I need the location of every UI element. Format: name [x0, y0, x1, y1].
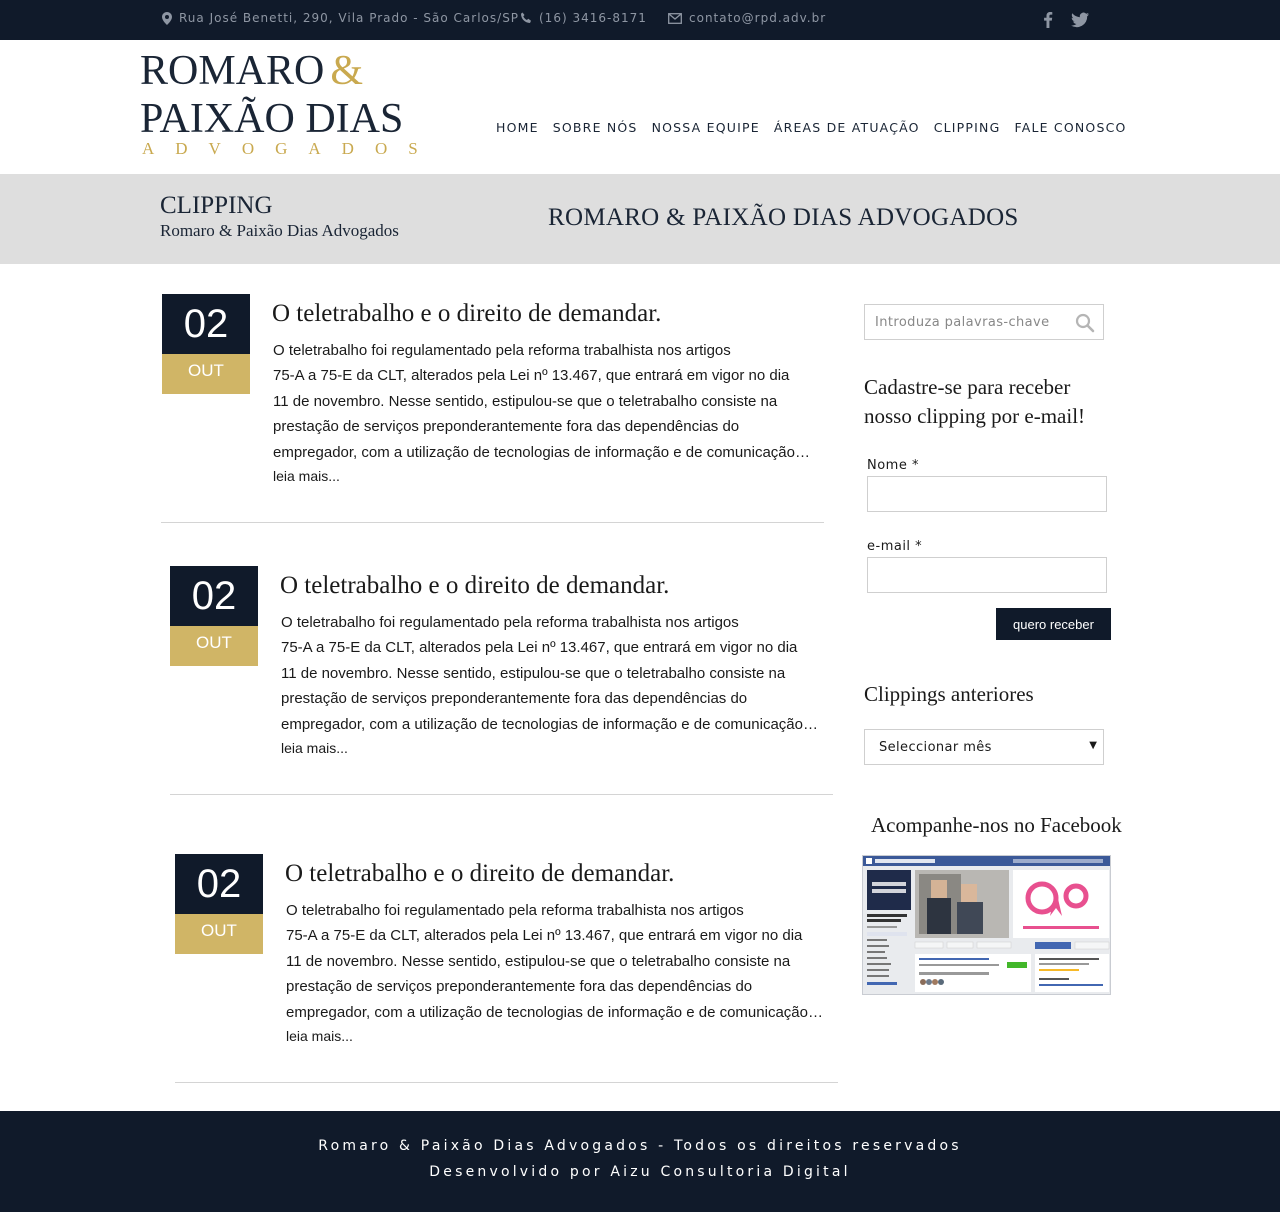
map-pin-icon — [162, 11, 172, 25]
post-title[interactable]: O teletrabalho e o direito de demandar. — [285, 860, 674, 888]
post-excerpt: O teletrabalho foi regulamentado pela re… — [281, 610, 821, 737]
post-title[interactable]: O teletrabalho e o direito de demandar. — [280, 572, 669, 600]
post-divider — [175, 1082, 838, 1083]
logo-line-3: ADVOGADOS — [142, 139, 439, 158]
logo-line-1: ROMARO & — [140, 48, 364, 94]
post-day: 02 — [175, 854, 263, 914]
read-more-link[interactable]: leia mais... — [286, 1028, 353, 1044]
excerpt-line: 75-A a 75-E da CLT, alterados pela Lei n… — [286, 927, 803, 945]
phone-icon — [521, 12, 531, 23]
excerpt-line: 75-A a 75-E da CLT, alterados pela Lei n… — [281, 639, 798, 657]
post-day: 02 — [170, 566, 258, 626]
dropdown-arrow-icon: ▼ — [1089, 740, 1097, 751]
nav-sobre-nos[interactable]: SOBRE NÓS — [553, 120, 638, 135]
phone-text: (16) 3416-8171 — [539, 11, 647, 25]
post-excerpt: O teletrabalho foi regulamentado pela re… — [273, 338, 813, 465]
main-nav: HOME SOBRE NÓS NOSSA EQUIPE ÁREAS DE ATU… — [496, 120, 1141, 135]
signup-heading-line: Cadastre-se para receber — [864, 375, 1071, 399]
month-select[interactable]: Seleccionar mês ▼ — [864, 729, 1104, 765]
facebook-heading: Acompanhe-nos no Facebook — [871, 813, 1122, 837]
excerpt-line: prestação de serviços preponderantemente… — [273, 418, 740, 436]
post-title[interactable]: O teletrabalho e o direito de demandar. — [272, 300, 661, 328]
footer: Romaro & Paixão Dias Advogados - Todos o… — [0, 1111, 1280, 1212]
logo-line-2: PAIXÃO DIAS — [140, 96, 404, 142]
excerpt-line: empregador, com a utilização de tecnolog… — [273, 443, 810, 461]
excerpt-line: 11 de novembro. Nesse sentido, estipulou… — [286, 952, 791, 970]
post-date-badge[interactable]: 02 OUT — [175, 854, 263, 954]
footer-credit: Desenvolvido por Aizu Consultoria Digita… — [429, 1164, 851, 1180]
email-text[interactable]: contato@rpd.adv.br — [689, 11, 826, 25]
nav-areas-de-atuacao[interactable]: ÁREAS DE ATUAÇÃO — [774, 120, 920, 135]
address-text: Rua José Benetti, 290, Vila Prado - São … — [179, 11, 520, 25]
page-title: CLIPPING — [160, 192, 273, 219]
site-logo[interactable]: ROMARO & PAIXÃO DIAS ADVOGADOS — [140, 48, 440, 160]
facebook-screenshot-image — [863, 856, 1110, 994]
search-box — [864, 304, 1104, 340]
signup-heading: Cadastre-se para receber nosso clipping … — [864, 373, 1085, 431]
post-divider — [170, 794, 833, 795]
nav-fale-conosco[interactable]: FALE CONOSCO — [1014, 120, 1126, 135]
excerpt-line: 11 de novembro. Nesse sentido, estipulou… — [273, 392, 778, 410]
post-date-badge[interactable]: 02 OUT — [162, 294, 250, 394]
post-month: OUT — [162, 354, 250, 394]
facebook-page-preview[interactable] — [862, 855, 1111, 995]
excerpt-line: prestação de serviços preponderantemente… — [281, 690, 748, 708]
excerpt-line: O teletrabalho foi regulamentado pela re… — [281, 614, 739, 631]
banner-firm-name: ROMARO & PAIXÃO DIAS ADVOGADOS — [548, 204, 1019, 231]
name-field[interactable] — [867, 476, 1107, 512]
post-month: OUT — [175, 914, 263, 954]
email-label: e-mail * — [867, 539, 923, 554]
nav-nossa-equipe[interactable]: NOSSA EQUIPE — [652, 120, 760, 135]
facebook-icon[interactable] — [1036, 9, 1060, 31]
excerpt-line: empregador, com a utilização de tecnolog… — [286, 1003, 823, 1021]
header: ROMARO & PAIXÃO DIAS ADVOGADOS HOME SOBRE… — [0, 40, 1280, 174]
post-divider — [161, 522, 824, 523]
page-subtitle: Romaro & Paixão Dias Advogados — [160, 221, 399, 240]
month-select-value: Seleccionar mês — [879, 740, 992, 755]
nav-clipping[interactable]: CLIPPING — [934, 120, 1001, 135]
excerpt-line: 11 de novembro. Nesse sentido, estipulou… — [281, 664, 786, 682]
email-field[interactable] — [867, 557, 1107, 593]
nav-home[interactable]: HOME — [496, 120, 539, 135]
excerpt-line: O teletrabalho foi regulamentado pela re… — [273, 342, 731, 359]
phone-info: (16) 3416-8171 — [520, 11, 647, 25]
search-input[interactable] — [865, 305, 1065, 339]
post-day: 02 — [162, 294, 250, 354]
envelope-icon — [668, 12, 682, 24]
social-links — [1036, 9, 1100, 31]
excerpt-line: empregador, com a utilização de tecnolog… — [281, 715, 818, 733]
footer-copyright: Romaro & Paixão Dias Advogados - Todos o… — [318, 1138, 962, 1154]
excerpt-line: prestação de serviços preponderantemente… — [286, 978, 753, 996]
email-info[interactable]: contato@rpd.adv.br — [668, 11, 826, 25]
read-more-link[interactable]: leia mais... — [273, 468, 340, 484]
excerpt-line: 75-A a 75-E da CLT, alterados pela Lei n… — [273, 367, 790, 385]
read-more-link[interactable]: leia mais... — [281, 740, 348, 756]
name-label: Nome * — [867, 458, 919, 473]
subscribe-button[interactable]: quero receber — [996, 608, 1111, 640]
post-month: OUT — [170, 626, 258, 666]
excerpt-line: O teletrabalho foi regulamentado pela re… — [286, 902, 744, 919]
signup-heading-line: nosso clipping por e-mail! — [864, 404, 1086, 428]
search-icon[interactable] — [1075, 313, 1095, 333]
page-banner: CLIPPING Romaro & Paixão Dias Advogados … — [0, 174, 1280, 264]
top-bar: Rua José Benetti, 290, Vila Prado - São … — [0, 0, 1280, 40]
twitter-icon[interactable] — [1068, 9, 1092, 31]
address-info: Rua José Benetti, 290, Vila Prado - São … — [162, 11, 519, 25]
archive-heading: Clippings anteriores — [864, 682, 1034, 706]
post-excerpt: O teletrabalho foi regulamentado pela re… — [286, 898, 826, 1025]
post-date-badge[interactable]: 02 OUT — [170, 566, 258, 666]
